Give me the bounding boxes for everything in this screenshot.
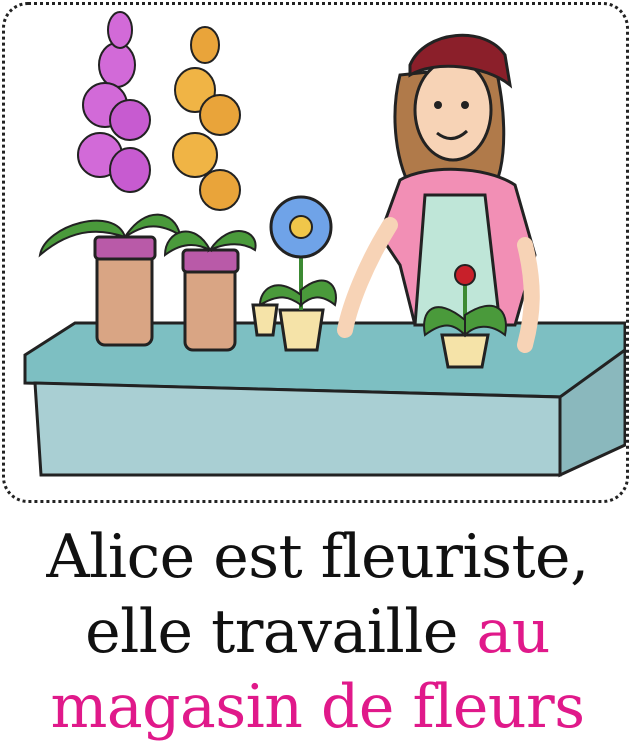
pink-orchid-pot: [38, 11, 182, 347]
caption-line-2-accent: au: [476, 597, 550, 667]
illustration-frame: [2, 2, 629, 503]
woman-face: [413, 58, 493, 162]
caption-line-2-plain: elle travaille: [85, 597, 477, 667]
florist-woman: [337, 33, 540, 353]
caption-line-1: Alice est fleuriste,: [46, 522, 589, 592]
yellow-flower-pot: [163, 26, 257, 352]
caption-line-3: magasin de fleurs: [50, 672, 585, 742]
caption-line-2: elle travaille au: [0, 595, 635, 670]
caption: Alice est fleuriste, elle travaille au m…: [0, 520, 635, 745]
florist-illustration: [23, 11, 626, 478]
counter-front: [33, 381, 562, 477]
